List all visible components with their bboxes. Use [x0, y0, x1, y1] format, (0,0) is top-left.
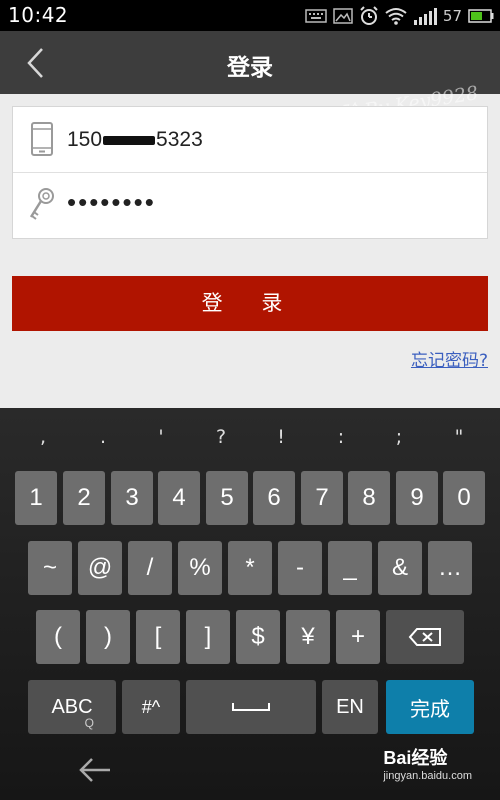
key-ellipsis[interactable]: … — [428, 541, 472, 595]
forgot-password-link[interactable]: 忘记密码? — [411, 346, 488, 371]
backspace-icon — [408, 628, 441, 646]
arrow-left-icon[interactable] — [78, 756, 112, 784]
key-asterisk[interactable]: * — [228, 541, 272, 595]
wifi-icon — [385, 7, 407, 25]
key-slash[interactable]: / — [128, 541, 172, 595]
logo-site: jingyan.baidu.com — [383, 770, 472, 782]
phone-field[interactable]: 150 5323 — [13, 107, 487, 173]
symbol-toggle-key[interactable]: #^ — [122, 680, 180, 734]
alarm-icon — [359, 5, 379, 26]
key-icon — [29, 188, 54, 220]
suggestion-key[interactable]: ? — [206, 426, 236, 448]
space-icon — [232, 703, 270, 711]
phone-icon — [31, 122, 53, 156]
backspace-key[interactable] — [386, 610, 464, 664]
password-field[interactable]: •••••••• — [13, 173, 487, 239]
page-title: 登录 — [227, 55, 273, 81]
key-plus[interactable]: + — [336, 610, 380, 664]
key-4[interactable]: 4 — [158, 471, 200, 525]
title-bar: 登录 百度经验 By Key9928 — [0, 31, 500, 135]
suggestion-key[interactable]: . — [88, 426, 118, 448]
language-key[interactable]: EN — [322, 680, 378, 734]
key-ampersand[interactable]: & — [378, 541, 422, 595]
key-yen[interactable]: ¥ — [286, 610, 330, 664]
login-form: 150 5323 •••••••• — [12, 106, 488, 239]
login-button[interactable]: 登 录 — [12, 276, 488, 331]
phone-value: 150 5323 — [67, 128, 203, 152]
keyboard-icon — [305, 8, 327, 23]
abc-key-sub: Q — [84, 716, 94, 730]
suggestion-key[interactable]: : — [326, 426, 356, 448]
symbol-suggestion-row: , . ' ? ! : ; " — [0, 426, 500, 456]
key-8[interactable]: 8 — [348, 471, 390, 525]
key-at[interactable]: @ — [78, 541, 122, 595]
key-6[interactable]: 6 — [253, 471, 295, 525]
suggestion-key[interactable]: ! — [266, 426, 296, 448]
key-bracket-close[interactable]: ] — [186, 610, 230, 664]
key-1[interactable]: 1 — [15, 471, 57, 525]
key-underscore[interactable]: _ — [328, 541, 372, 595]
status-bar: 10:42 57 — [0, 0, 500, 31]
suggestion-key[interactable]: ; — [384, 426, 414, 448]
key-9[interactable]: 9 — [396, 471, 438, 525]
key-5[interactable]: 5 — [206, 471, 248, 525]
battery-percent: 57 — [442, 6, 462, 25]
space-key[interactable] — [186, 680, 316, 734]
key-tilde[interactable]: ~ — [28, 541, 72, 595]
key-dash[interactable]: - — [278, 541, 322, 595]
key-percent[interactable]: % — [178, 541, 222, 595]
key-paren-open[interactable]: ( — [36, 610, 80, 664]
signal-icon — [413, 7, 437, 25]
redaction-mark — [103, 135, 156, 145]
key-dollar[interactable]: $ — [236, 610, 280, 664]
phone-prefix: 150 — [67, 128, 103, 151]
key-bracket-open[interactable]: [ — [136, 610, 180, 664]
suggestion-key[interactable]: ' — [146, 426, 176, 448]
logo-text: Bai经验 — [383, 748, 448, 768]
key-paren-close[interactable]: ) — [86, 610, 130, 664]
suggestion-key[interactable]: " — [444, 426, 474, 448]
status-icons: 57 — [305, 0, 494, 31]
image-icon — [333, 7, 353, 24]
key-2[interactable]: 2 — [63, 471, 105, 525]
abc-key[interactable]: ABC Q — [28, 680, 116, 734]
status-time: 10:42 — [8, 3, 69, 27]
password-value: •••••••• — [67, 187, 156, 217]
battery-icon — [468, 8, 494, 23]
key-0[interactable]: 0 — [443, 471, 485, 525]
done-key[interactable]: 完成 — [386, 680, 474, 734]
key-3[interactable]: 3 — [111, 471, 153, 525]
baidu-jingyan-logo: Bai经验 jingyan.baidu.com — [383, 744, 472, 782]
phone-suffix: 5323 — [156, 128, 203, 151]
suggestion-key[interactable]: , — [28, 426, 58, 448]
key-7[interactable]: 7 — [301, 471, 343, 525]
